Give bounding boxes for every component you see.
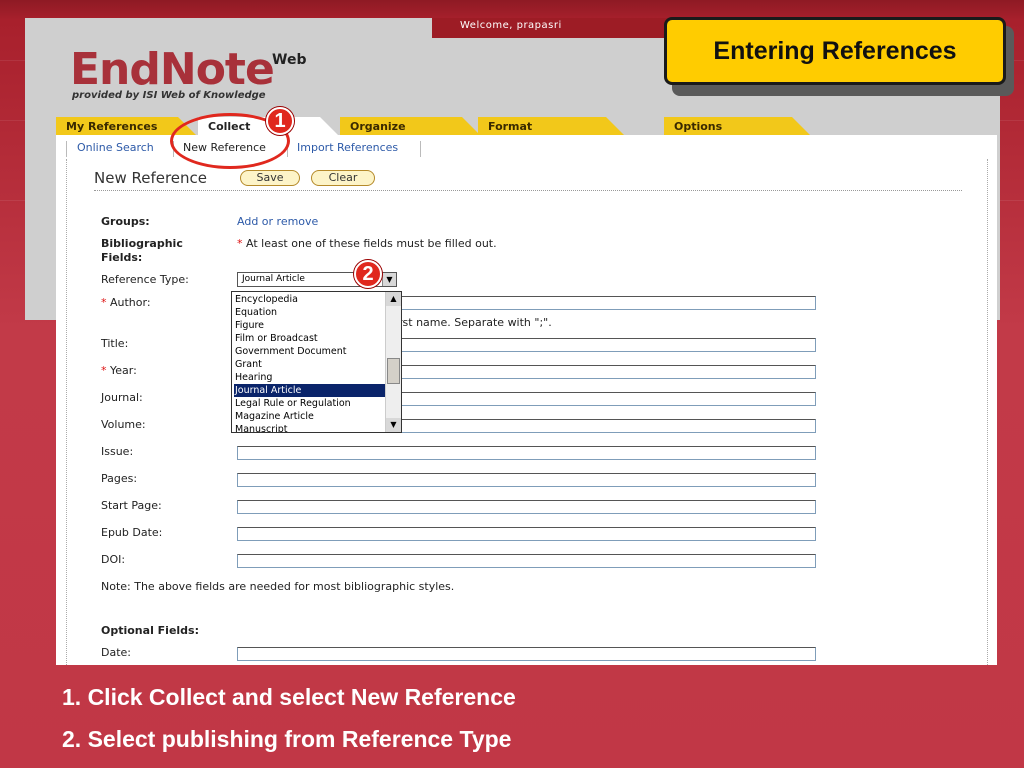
dropdown-option[interactable]: Magazine Article	[234, 410, 387, 423]
required-note-text: At least one of these fields must be fil…	[246, 237, 497, 250]
year-label-text: Year:	[110, 364, 137, 377]
start-page-field[interactable]	[237, 500, 816, 514]
reference-type-value: Journal Article	[242, 274, 305, 284]
author-label-text: Author:	[110, 296, 151, 309]
issue-label: Issue:	[101, 445, 134, 458]
dropdown-option[interactable]: Legal Rule or Regulation	[234, 397, 387, 410]
required-note: * At least one of these fields must be f…	[237, 237, 497, 250]
dropdown-option[interactable]: Equation	[234, 306, 387, 319]
dropdown-option[interactable]: Grant	[234, 358, 387, 371]
instruction-step-2: 2. Select publishing from Reference Type	[62, 726, 512, 752]
doi-label: DOI:	[101, 553, 126, 566]
chevron-down-icon[interactable]: ▼	[382, 273, 396, 286]
dropdown-option[interactable]: Government Document	[234, 345, 387, 358]
scroll-thumb[interactable]	[387, 358, 400, 384]
author-label: * Author:	[101, 296, 151, 309]
tab-format[interactable]: Format	[478, 117, 624, 135]
dropdown-option-selected[interactable]: Journal Article	[234, 384, 387, 397]
epub-date-field[interactable]	[237, 527, 816, 541]
slide-title-callout: Entering References	[664, 17, 1006, 85]
volume-label: Volume:	[101, 418, 146, 431]
dropdown-option[interactable]: Encyclopedia	[234, 293, 387, 306]
subnav-import-references[interactable]: Import References	[297, 141, 398, 154]
reference-type-dropdown[interactable]: Encyclopedia Equation Figure Film or Bro…	[231, 291, 402, 433]
slide-title: Entering References	[713, 37, 957, 65]
optional-fields-label: Optional Fields:	[101, 624, 200, 637]
logo-wordmark: EndNote	[70, 44, 275, 95]
groups-label: Groups:	[101, 215, 150, 228]
bottom-note: Note: The above fields are needed for mo…	[101, 580, 455, 593]
dropdown-option[interactable]: Figure	[234, 319, 387, 332]
pages-label: Pages:	[101, 472, 138, 485]
bibliographic-fields-label: Bibliographic Fields:	[101, 237, 183, 264]
welcome-text: Welcome, prapasri	[460, 20, 562, 31]
save-button[interactable]: Save	[240, 170, 300, 186]
required-asterisk: *	[101, 364, 107, 377]
reference-type-label: Reference Type:	[101, 273, 189, 286]
subnav-divider	[66, 141, 67, 157]
step-marker-1: 1	[266, 107, 294, 135]
logo-superscript: Web	[272, 52, 307, 68]
date-field[interactable]	[237, 647, 816, 661]
logo-tagline: provided by ISI Web of Knowledge	[72, 90, 266, 101]
required-asterisk: *	[237, 237, 243, 250]
tab-options[interactable]: Options	[664, 117, 810, 135]
title-label: Title:	[101, 337, 129, 350]
add-remove-groups-link[interactable]: Add or remove	[237, 215, 318, 228]
step-marker-2: 2	[354, 260, 382, 288]
date-label: Date:	[101, 646, 131, 659]
dropdown-option[interactable]: Manuscript	[234, 423, 387, 432]
dropdown-scrollbar[interactable]: ▲ ▼	[385, 292, 401, 432]
year-label: * Year:	[101, 364, 137, 377]
dropdown-option[interactable]: Hearing	[234, 371, 387, 384]
issue-field[interactable]	[237, 446, 816, 460]
pages-field[interactable]	[237, 473, 816, 487]
doi-field[interactable]	[237, 554, 816, 568]
epub-date-label: Epub Date:	[101, 526, 163, 539]
instruction-step-1: 1. Click Collect and select New Referenc…	[62, 684, 516, 710]
subnav-online-search[interactable]: Online Search	[77, 141, 154, 154]
title-divider	[94, 190, 962, 191]
dropdown-option[interactable]: Film or Broadcast	[234, 332, 387, 345]
endnote-logo[interactable]: EndNote Web provided by ISI Web of Knowl…	[62, 38, 432, 118]
scroll-up-icon[interactable]: ▲	[386, 292, 401, 306]
subnav-divider	[420, 141, 421, 157]
clear-button[interactable]: Clear	[311, 170, 375, 186]
required-asterisk: *	[101, 296, 107, 309]
tab-organize[interactable]: Organize	[340, 117, 480, 135]
form-title: New Reference	[94, 169, 208, 187]
author-hint: rst name. Separate with ";".	[398, 316, 552, 329]
journal-label: Journal:	[101, 391, 143, 404]
scroll-down-icon[interactable]: ▼	[386, 418, 401, 432]
start-page-label: Start Page:	[101, 499, 162, 512]
